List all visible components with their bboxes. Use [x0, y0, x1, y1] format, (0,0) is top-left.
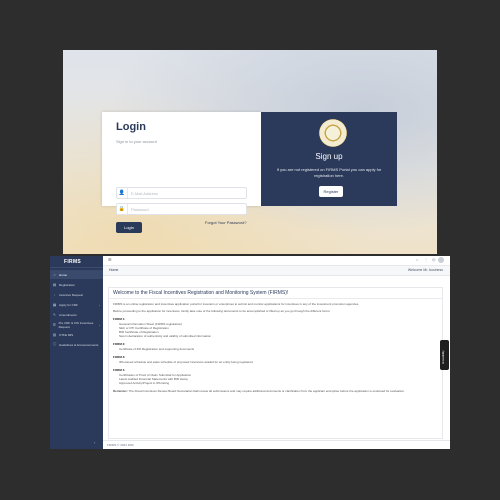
accessibility-tab[interactable]: Accessibility	[440, 340, 449, 370]
sidebar-item-home[interactable]: ⌂ Home	[50, 270, 103, 279]
breadcrumb-bar: Home Welcome Mr. business	[103, 266, 450, 276]
sidebar-item-incentive-request[interactable]: ▫ Incentive Request	[50, 290, 103, 299]
page-title: Welcome to the Fiscal Incentives Registr…	[113, 290, 289, 296]
breadcrumb[interactable]: Home	[109, 268, 118, 272]
sidebar-item-guidelines[interactable]: ⓘ Guidelines & Announcements	[50, 340, 103, 349]
register-button[interactable]: Register	[319, 186, 343, 197]
signup-panel: Sign up If you are not registered on FIR…	[261, 112, 397, 206]
sidebar-item-label: Apply for CRF	[59, 302, 78, 307]
email-field: 👤	[116, 187, 247, 199]
form-heading: FORM 4:	[113, 368, 126, 372]
list-item: IPA-issued schedule and sales schedule o…	[119, 360, 253, 364]
form-heading: FORM 3:	[113, 355, 126, 359]
sidebar-item-apply-crf[interactable]: ▩ Apply for CRF ›	[50, 300, 103, 309]
sidebar: FIRMS ⌂ Home ▤ Registration ▫ Incentive …	[50, 256, 103, 449]
sidebar-item-label: Home	[59, 272, 68, 277]
form-icon: ▩	[52, 302, 57, 307]
file-icon: ▫	[53, 292, 56, 297]
top-bar: ☰ ○ ⋮ ◎	[103, 256, 450, 266]
reminder-label: Reminder:	[113, 389, 128, 393]
intro-paragraph: Before proceeding to the application for…	[113, 309, 331, 313]
lock-icon: 🔒	[118, 206, 126, 212]
list-item: Certificate of IPA Registration and supp…	[119, 347, 195, 351]
signup-title: Sign up	[315, 152, 343, 161]
divider	[109, 298, 442, 299]
clipboard-icon: ▤	[52, 282, 57, 287]
footer-text: FIRMS © 2023 DOF	[107, 443, 135, 447]
form-heading: FORM 2:	[113, 342, 126, 346]
edit-icon: ✎	[53, 312, 56, 317]
app-screenshot: FIRMS ⌂ Home ▤ Registration ▫ Incentive …	[50, 256, 450, 449]
bell-icon[interactable]: ○	[416, 257, 418, 262]
reminder-text: Reminder: The Fiscal Incentives Review B…	[113, 389, 438, 393]
content-card: Welcome to the Fiscal Incentives Registr…	[108, 287, 443, 439]
divider	[50, 267, 103, 268]
sidebar-item-label: Pre CRF & CIS Incentives Request	[58, 320, 94, 329]
sidebar-item-amendments[interactable]: ✎ Amendments	[50, 310, 103, 319]
chevron-right-icon: ›	[99, 302, 100, 307]
password-input[interactable]	[127, 204, 244, 214]
welcome-text: Welcome Mr. business	[407, 268, 443, 272]
list-item: Approved Activity/Project in IPA listing	[119, 381, 170, 385]
sidebar-item-label: Registration	[59, 282, 76, 287]
signup-text: If you are not registered on FIRMS Porta…	[276, 167, 382, 178]
user-icon: 👤	[118, 190, 126, 196]
list-icon: ☰	[52, 322, 56, 327]
grid-icon[interactable]: ⋮	[424, 257, 428, 262]
collapse-sidebar-icon[interactable]: ‹	[94, 440, 95, 445]
login-subtitle: Sign in to your account	[116, 139, 157, 144]
form-heading: FORM 1:	[113, 317, 126, 321]
sidebar-item-label: Incentive Request	[59, 292, 84, 297]
login-screenshot: Login Sign in to your account 👤 🔒 Login …	[63, 50, 437, 254]
footer: FIRMS © 2023 DOF	[103, 440, 450, 449]
sidebar-item-label: Guidelines & Announcements	[59, 342, 99, 347]
reminder-body: The Fiscal Incentives Review Board Secre…	[128, 389, 405, 393]
list-item: Sworn declaration of authenticity and va…	[119, 334, 212, 338]
home-icon: ⌂	[53, 272, 56, 277]
password-field: 🔒	[116, 203, 247, 215]
login-button[interactable]: Login	[116, 222, 142, 233]
avatar[interactable]	[438, 257, 444, 263]
sidebar-item-otfe-mis[interactable]: ▧ OTFE MIS	[50, 330, 103, 339]
chevron-right-icon: ›	[99, 322, 100, 327]
intro-paragraph: FIRMS is an online registration and ince…	[113, 302, 360, 306]
chart-icon: ▧	[52, 332, 57, 337]
accessibility-tab-label: Accessibility	[442, 350, 445, 364]
login-title: Login	[116, 121, 146, 133]
seal-logo	[319, 119, 347, 147]
info-icon: ⓘ	[52, 342, 57, 346]
sidebar-item-pre-crf[interactable]: ☰ Pre CRF & CIS Incentives Request ›	[50, 320, 103, 329]
sidebar-item-label: OTFE MIS	[59, 332, 74, 337]
sidebar-item-registration[interactable]: ▤ Registration	[50, 280, 103, 289]
sidebar-item-label: Amendments	[59, 312, 77, 317]
menu-toggle-icon[interactable]: ☰	[108, 257, 112, 262]
email-input[interactable]	[127, 188, 244, 198]
forgot-password-link[interactable]: Forgot Your Password?	[205, 220, 247, 225]
app-logo: FIRMS	[64, 259, 82, 265]
login-card: Login Sign in to your account 👤 🔒 Login …	[102, 112, 261, 233]
settings-icon[interactable]: ◎	[432, 257, 436, 262]
